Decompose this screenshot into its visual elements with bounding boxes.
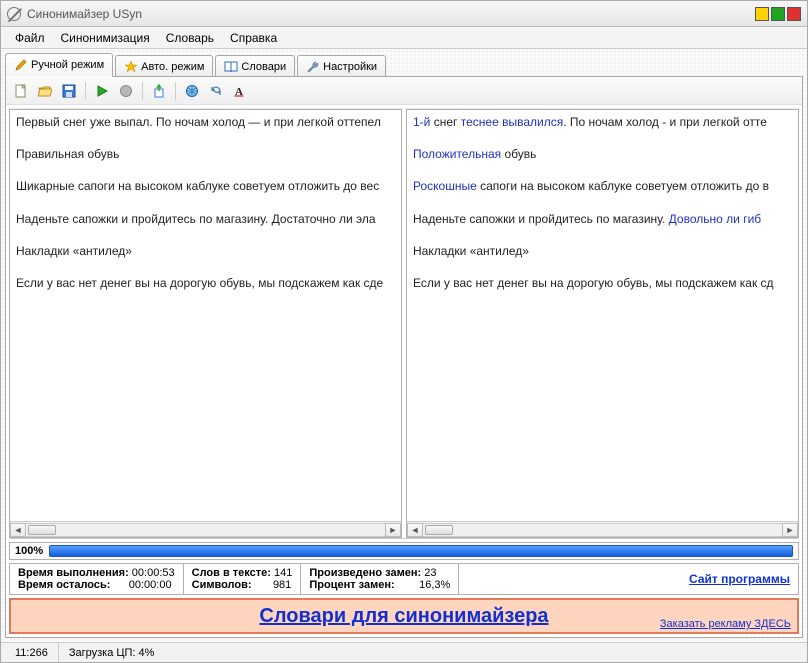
stats-replacements: Произведено замен: 23 Процент замен: 16,… bbox=[301, 564, 459, 594]
refresh-icon bbox=[209, 84, 223, 98]
save-button[interactable] bbox=[58, 80, 80, 102]
pencil-icon bbox=[14, 58, 28, 72]
save-icon bbox=[62, 84, 76, 98]
result-pane: 1-й снег теснее вывалился. По ночам холо… bbox=[406, 109, 799, 538]
stats-link-col: Сайт программы bbox=[459, 564, 798, 594]
status-cpu: Загрузка ЦП: 4% bbox=[59, 643, 165, 662]
result-text[interactable]: 1-й снег теснее вывалился. По ночам холо… bbox=[407, 110, 798, 521]
source-pane: Первый снег уже выпал. По ночам холод — … bbox=[9, 109, 402, 538]
tab-settings-label: Настройки bbox=[323, 61, 377, 73]
src-line: Первый снег уже выпал. По ночам холод — … bbox=[16, 114, 395, 130]
res-line: Роскошные сапоги на высоком каблуке сове… bbox=[413, 178, 792, 194]
font-button[interactable]: A bbox=[229, 80, 251, 102]
scroll-thumb[interactable] bbox=[425, 525, 453, 535]
scroll-left-icon[interactable]: ◄ bbox=[10, 523, 26, 537]
mode-tabs: Ручной режим Авто. режим Словари Настрой… bbox=[5, 53, 803, 77]
minimize-button[interactable] bbox=[755, 7, 769, 21]
work-area: Ручной режим Авто. режим Словари Настрой… bbox=[1, 49, 807, 642]
globe-icon bbox=[185, 84, 199, 98]
refresh-button[interactable] bbox=[205, 80, 227, 102]
progress-bar bbox=[49, 545, 793, 557]
menu-dictionary[interactable]: Словарь bbox=[158, 28, 222, 48]
program-site-link[interactable]: Сайт программы bbox=[689, 572, 790, 586]
export-icon bbox=[152, 84, 166, 98]
res-line: Если у вас нет денег вы на дорогую обувь… bbox=[413, 275, 792, 291]
stop-icon bbox=[119, 84, 133, 98]
close-button[interactable] bbox=[787, 7, 801, 21]
res-line: 1-й снег теснее вывалился. По ночам холо… bbox=[413, 114, 792, 130]
scroll-thumb[interactable] bbox=[28, 525, 56, 535]
maximize-button[interactable] bbox=[771, 7, 785, 21]
tab-auto-mode[interactable]: Авто. режим bbox=[115, 55, 213, 77]
res-line: Наденьте сапожки и пройдитесь по магазин… bbox=[413, 211, 792, 227]
menu-synonymize[interactable]: Синонимизация bbox=[53, 28, 158, 48]
source-hscrollbar[interactable]: ◄ ► bbox=[10, 521, 401, 537]
stats-words: Слов в тексте: 141 Символов: 981 bbox=[184, 564, 302, 594]
progress-percent: 100% bbox=[15, 545, 43, 557]
src-line: Наденьте сапожки и пройдитесь по магазин… bbox=[16, 211, 395, 227]
tab-dicts-label: Словари bbox=[241, 61, 286, 73]
stats-panel: Время выполнения: 00:00:53 Время осталос… bbox=[9, 563, 799, 595]
tab-manual-label: Ручной режим bbox=[31, 59, 104, 71]
new-file-button[interactable] bbox=[10, 80, 32, 102]
scroll-right-icon[interactable]: ► bbox=[782, 523, 798, 537]
tab-auto-label: Авто. режим bbox=[141, 61, 204, 73]
titlebar: Синонимайзер USyn bbox=[1, 1, 807, 27]
tab-dictionaries[interactable]: Словари bbox=[215, 55, 295, 77]
stats-time: Время выполнения: 00:00:53 Время осталос… bbox=[10, 564, 184, 594]
main-panel: A Первый снег уже выпал. По ночам холод … bbox=[5, 76, 803, 638]
src-line: Если у вас нет денег вы на дорогую обувь… bbox=[16, 275, 395, 291]
web-button[interactable] bbox=[181, 80, 203, 102]
statusbar: 11:266 Загрузка ЦП: 4% bbox=[1, 642, 807, 662]
res-line: Положительная обувь bbox=[413, 146, 792, 162]
result-hscrollbar[interactable]: ◄ ► bbox=[407, 521, 798, 537]
scroll-left-icon[interactable]: ◄ bbox=[407, 523, 423, 537]
new-file-icon bbox=[14, 84, 28, 98]
open-file-button[interactable] bbox=[34, 80, 56, 102]
menubar: Файл Синонимизация Словарь Справка bbox=[1, 27, 807, 49]
source-text[interactable]: Первый снег уже выпал. По ночам холод — … bbox=[10, 110, 401, 521]
ad-order-link[interactable]: Заказать рекламу ЗДЕСЬ bbox=[660, 618, 791, 630]
app-icon bbox=[7, 7, 21, 21]
src-line: Правильная обувь bbox=[16, 146, 395, 162]
ad-main-link[interactable]: Словари для синонимайзера bbox=[259, 605, 548, 628]
menu-file[interactable]: Файл bbox=[7, 28, 53, 48]
play-icon bbox=[95, 84, 109, 98]
scroll-track[interactable] bbox=[26, 523, 385, 537]
run-button[interactable] bbox=[91, 80, 113, 102]
res-line: Накладки «антилед» bbox=[413, 243, 792, 259]
stop-button[interactable] bbox=[115, 80, 137, 102]
toolbar: A bbox=[6, 77, 802, 105]
wrench-icon bbox=[306, 60, 320, 74]
scroll-track[interactable] bbox=[423, 523, 782, 537]
editor-split: Первый снег уже выпал. По ночам холод — … bbox=[9, 108, 799, 539]
window-title: Синонимайзер USyn bbox=[27, 7, 142, 21]
progress-panel: 100% bbox=[9, 542, 799, 560]
export-button[interactable] bbox=[148, 80, 170, 102]
tab-settings[interactable]: Настройки bbox=[297, 55, 386, 77]
font-icon: A bbox=[233, 84, 247, 98]
book-icon bbox=[224, 60, 238, 74]
ad-banner: Словари для синонимайзера Заказать рекла… bbox=[9, 598, 799, 634]
status-cursor-pos: 11:266 bbox=[5, 643, 59, 662]
src-line: Накладки «антилед» bbox=[16, 243, 395, 259]
star-icon bbox=[124, 60, 138, 74]
folder-open-icon bbox=[38, 84, 52, 98]
menu-help[interactable]: Справка bbox=[222, 28, 285, 48]
tab-manual-mode[interactable]: Ручной режим bbox=[5, 53, 113, 77]
src-line: Шикарные сапоги на высоком каблуке совет… bbox=[16, 178, 395, 194]
scroll-right-icon[interactable]: ► bbox=[385, 523, 401, 537]
